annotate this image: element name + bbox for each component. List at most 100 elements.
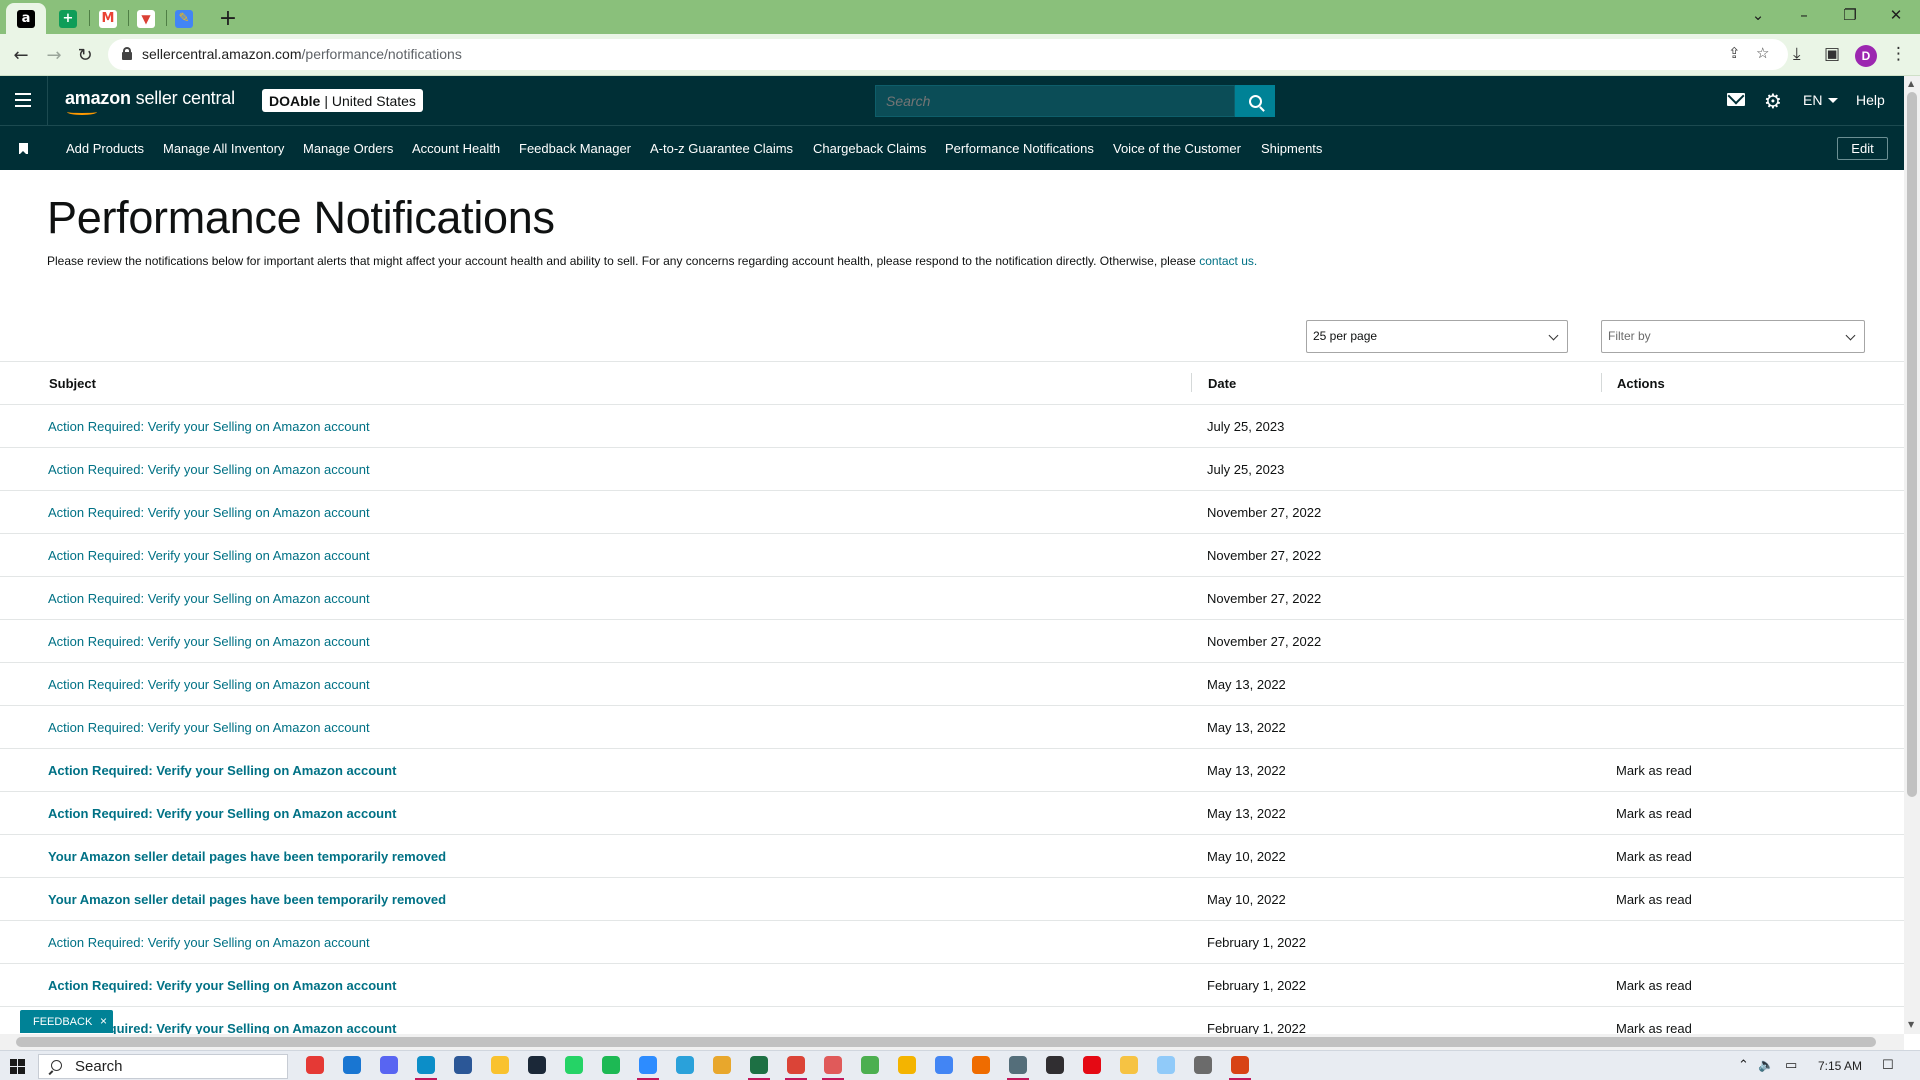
- nav-manage-all-inventory[interactable]: Manage All Inventory: [163, 141, 284, 156]
- nav-voice-of-the-customer[interactable]: Voice of the Customer: [1113, 141, 1241, 156]
- zoom-icon[interactable]: [639, 1056, 657, 1074]
- obs-icon[interactable]: [1046, 1056, 1064, 1074]
- tab-sheets[interactable]: +: [50, 3, 86, 34]
- minimize-button[interactable]: –: [1781, 0, 1827, 30]
- whatsapp-icon[interactable]: [565, 1056, 583, 1074]
- settings-gear-icon[interactable]: ⚙: [1764, 89, 1782, 113]
- taskbar-search[interactable]: Search: [38, 1054, 288, 1079]
- notification-subject-link[interactable]: Your Amazon seller detail pages have bee…: [48, 892, 446, 907]
- notification-subject-link[interactable]: Action Required: Verify your Selling on …: [48, 935, 370, 950]
- mark-as-read-link[interactable]: Mark as read: [1616, 849, 1692, 864]
- nav-a-to-z-claims[interactable]: A-to-z Guarantee Claims: [650, 141, 793, 156]
- close-icon[interactable]: ×: [100, 1014, 107, 1028]
- browser-menu-icon[interactable]: ⋮: [1890, 44, 1907, 64]
- netflix-icon[interactable]: [1083, 1056, 1101, 1074]
- profile-avatar[interactable]: D: [1855, 45, 1877, 67]
- tray-chevron-icon[interactable]: ⌃: [1738, 1058, 1749, 1073]
- chrome-profile-5-icon[interactable]: [935, 1056, 953, 1074]
- tab-pencil[interactable]: ✎: [166, 3, 202, 34]
- tab-search-chevron-icon[interactable]: ⌄: [1735, 0, 1781, 30]
- steam-icon[interactable]: [528, 1056, 546, 1074]
- subject-column-header[interactable]: Subject: [49, 376, 96, 391]
- settings-icon[interactable]: [1194, 1056, 1212, 1074]
- nav-chargeback-claims[interactable]: Chargeback Claims: [813, 141, 926, 156]
- calculator-icon[interactable]: [1009, 1056, 1027, 1074]
- chrome-icon[interactable]: [713, 1056, 731, 1074]
- chrome-profile-2-icon[interactable]: [824, 1056, 842, 1074]
- new-tab-button[interactable]: +: [214, 4, 242, 32]
- notification-subject-link[interactable]: Action Required: Verify your Selling on …: [48, 462, 370, 477]
- file-explorer-icon[interactable]: [491, 1056, 509, 1074]
- chrome-profile-1-icon[interactable]: [787, 1056, 805, 1074]
- back-button[interactable]: ←: [8, 42, 34, 68]
- paint-icon[interactable]: [972, 1056, 990, 1074]
- seller-central-logo[interactable]: amazon seller central: [65, 88, 235, 109]
- contact-us-link[interactable]: contact us.: [1199, 254, 1257, 268]
- nav-performance-notifications[interactable]: Performance Notifications: [945, 141, 1094, 156]
- nav-shipments[interactable]: Shipments: [1261, 141, 1322, 156]
- bookmark-icon[interactable]: [19, 143, 28, 154]
- notification-subject-link[interactable]: Action Required: Verify your Selling on …: [48, 806, 396, 821]
- record-icon[interactable]: [306, 1056, 324, 1074]
- store-icon[interactable]: [454, 1056, 472, 1074]
- telegram-icon[interactable]: [676, 1056, 694, 1074]
- bookmark-star-icon[interactable]: ☆: [1756, 44, 1769, 62]
- tab-gmail[interactable]: M: [90, 3, 126, 34]
- notification-subject-link[interactable]: Action Required: Verify your Selling on …: [48, 591, 370, 606]
- mark-as-read-link[interactable]: Mark as read: [1616, 763, 1692, 778]
- close-window-button[interactable]: ✕: [1873, 0, 1919, 30]
- date-column-header[interactable]: Date: [1208, 376, 1236, 391]
- vertical-scrollbar[interactable]: ▲ ▼: [1904, 76, 1920, 1034]
- mail-app-icon[interactable]: [343, 1056, 361, 1074]
- scroll-down-arrow-icon[interactable]: ▼: [1908, 1020, 1914, 1029]
- notification-subject-link[interactable]: Action Required: Verify your Selling on …: [48, 419, 370, 434]
- search-button[interactable]: [1235, 85, 1275, 117]
- notification-subject-link[interactable]: Action Required: Verify your Selling on …: [48, 677, 370, 692]
- snipping-tool-icon[interactable]: [1231, 1056, 1249, 1074]
- volume-icon[interactable]: 🔈: [1758, 1058, 1774, 1073]
- tab-todoist[interactable]: ▼: [128, 3, 164, 34]
- feedback-button[interactable]: FEEDBACK ×: [20, 1010, 113, 1033]
- spotify-icon[interactable]: [602, 1056, 620, 1074]
- nav-add-products[interactable]: Add Products: [66, 141, 144, 156]
- filter-by-select[interactable]: Filter by: [1601, 320, 1865, 353]
- edge-icon[interactable]: [417, 1056, 435, 1074]
- account-switcher[interactable]: DOAble | United States: [262, 89, 423, 112]
- scroll-up-arrow-icon[interactable]: ▲: [1908, 79, 1914, 88]
- side-panel-icon[interactable]: ▣: [1824, 44, 1840, 64]
- notification-center-icon[interactable]: ☐: [1882, 1058, 1894, 1073]
- chrome-profile-3-icon[interactable]: [861, 1056, 879, 1074]
- share-icon[interactable]: ⇪: [1728, 44, 1741, 62]
- mark-as-read-link[interactable]: Mark as read: [1616, 806, 1692, 821]
- sticky-notes-icon[interactable]: [1120, 1056, 1138, 1074]
- nav-account-health[interactable]: Account Health: [412, 141, 500, 156]
- notification-subject-link[interactable]: Action Required: Verify your Selling on …: [48, 548, 370, 563]
- mail-icon[interactable]: [1727, 93, 1745, 106]
- notification-subject-link[interactable]: Action Required: Verify your Selling on …: [48, 720, 370, 735]
- excel-icon[interactable]: [750, 1056, 768, 1074]
- notification-subject-link[interactable]: Your Amazon seller detail pages have bee…: [48, 849, 446, 864]
- notification-subject-link[interactable]: Action Required: Verify your Selling on …: [48, 763, 396, 778]
- nav-feedback-manager[interactable]: Feedback Manager: [519, 141, 631, 156]
- nav-manage-orders[interactable]: Manage Orders: [303, 141, 393, 156]
- address-bar[interactable]: sellercentral.amazon.com/performance/not…: [108, 39, 1788, 70]
- mark-as-read-link[interactable]: Mark as read: [1616, 892, 1692, 907]
- notification-subject-link[interactable]: Action Required: Verify your Selling on …: [48, 505, 370, 520]
- chrome-profile-4-icon[interactable]: [898, 1056, 916, 1074]
- notification-subject-link[interactable]: Action Required: Verify your Selling on …: [48, 978, 396, 993]
- forward-button[interactable]: →: [41, 42, 67, 68]
- battery-icon[interactable]: ▭: [1785, 1058, 1797, 1073]
- tab-amazon-seller-central[interactable]: a: [6, 3, 46, 34]
- vertical-scroll-thumb[interactable]: [1907, 92, 1917, 797]
- mark-as-read-link[interactable]: Mark as read: [1616, 978, 1692, 993]
- notepad-icon[interactable]: [1157, 1056, 1175, 1074]
- edit-bookmarks-button[interactable]: Edit: [1837, 137, 1888, 160]
- restore-button[interactable]: ❐: [1827, 0, 1873, 30]
- search-input[interactable]: [875, 85, 1235, 117]
- download-icon[interactable]: ⤓: [1793, 44, 1801, 64]
- windows-start-icon[interactable]: [10, 1059, 25, 1074]
- notification-subject-link[interactable]: Action Required: Verify your Selling on …: [48, 634, 370, 649]
- help-link[interactable]: Help: [1856, 92, 1885, 108]
- discord-icon[interactable]: [380, 1056, 398, 1074]
- language-selector[interactable]: EN: [1803, 92, 1822, 108]
